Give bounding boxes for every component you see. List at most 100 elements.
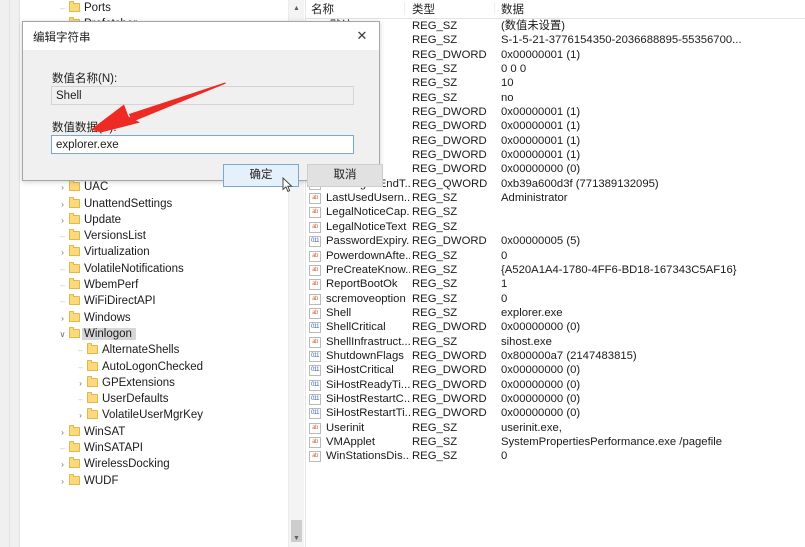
chevron-right-icon[interactable]: › <box>56 473 69 489</box>
tree-item-volatilenotifications[interactable]: –VolatileNotifications <box>20 261 288 277</box>
value-name-input[interactable] <box>51 86 354 105</box>
folder-icon <box>69 215 80 224</box>
cell-type: REG_SZ <box>412 435 494 449</box>
cell-type: REG_DWORD <box>412 406 494 420</box>
table-row[interactable]: abREG_SZ0 0 0 <box>306 62 805 76</box>
tree-item-windows[interactable]: › Windows <box>20 310 288 326</box>
dialog-title: 编辑字符串 <box>33 29 91 45</box>
chevron-right-icon[interactable]: › <box>56 310 69 326</box>
tree-item-winsatapi[interactable]: –WinSATAPI <box>20 440 288 456</box>
table-row[interactable]: abPowerdownAfte...REG_SZ0 <box>306 249 805 263</box>
tree-item-alternateshells[interactable]: –AlternateShells <box>20 342 288 358</box>
table-row[interactable]: abVMAppletREG_SZSystemPropertiesPerforma… <box>306 435 805 449</box>
table-row[interactable]: 011PasswordExpiry...REG_DWORD0x00000005 … <box>306 234 805 248</box>
chevron-down-icon[interactable]: ∨ <box>56 326 69 342</box>
table-row[interactable]: 011SiHostRestartC...REG_DWORD0x00000000 … <box>306 392 805 406</box>
tree-item-volatileusermgrkey[interactable]: ›VolatileUserMgrKey <box>20 407 288 423</box>
folder-icon <box>87 362 98 371</box>
chevron-right-icon[interactable]: › <box>74 375 87 391</box>
cell-type: REG_SZ <box>412 292 494 306</box>
scroll-up-icon[interactable]: ▲ <box>289 0 304 17</box>
tree-item-winlogon[interactable]: ∨Winlogon <box>20 326 288 342</box>
string-value-icon: ab <box>309 451 321 462</box>
column-divider[interactable] <box>494 2 495 15</box>
table-row[interactable]: abShellInfrastruct...REG_SZsihost.exe <box>306 335 805 349</box>
table-row[interactable]: abLastUsedUsern...REG_SZAdministrator <box>306 191 805 205</box>
tree-item-wudf[interactable]: ›WUDF <box>20 473 288 489</box>
table-row[interactable]: abLegalNoticeTextREG_SZ <box>306 220 805 234</box>
value-data-input[interactable] <box>51 135 354 154</box>
table-row[interactable]: abUserinitREG_SZuserinit.exe, <box>306 421 805 435</box>
left-gutter-inner <box>10 0 20 547</box>
table-row[interactable]: abPreCreateKnow...REG_SZ{A520A1A4-1780-4… <box>306 263 805 277</box>
chevron-right-icon[interactable]: › <box>56 424 69 440</box>
tree-item-ports[interactable]: –Ports <box>20 0 288 16</box>
cell-type: REG_SZ <box>412 91 494 105</box>
column-divider[interactable] <box>404 2 405 15</box>
tree-item-gpextensions[interactable]: › GPExtensions <box>20 375 288 391</box>
table-row[interactable]: 011...ShellREG_DWORD0x00000001 (1) <box>306 48 805 62</box>
table-row[interactable]: 011ShellCriticalREG_DWORD0x00000000 (0) <box>306 320 805 334</box>
tree-item-wbemperf[interactable]: –WbemPerf <box>20 277 288 293</box>
cell-data: 0x00000000 (0) <box>501 406 801 420</box>
registry-value-list[interactable]: 名称 类型 数据 ab(默认)REG_SZ(数值未设置)ab...IDREG_S… <box>306 0 805 547</box>
chevron-right-icon[interactable]: › <box>56 179 69 195</box>
table-row[interactable]: ab(默认)REG_SZ(数值未设置) <box>306 19 805 33</box>
cell-type: REG_SZ <box>412 335 494 349</box>
cell-data: 0x00000001 (1) <box>501 105 801 119</box>
tree-item-label: GPExtensions <box>102 377 175 389</box>
tree-item-label: AlternateShells <box>102 344 179 356</box>
column-header-data[interactable]: 数据 <box>501 1 524 17</box>
table-row[interactable]: abLegalNoticeCap...REG_SZ <box>306 205 805 219</box>
close-icon[interactable]: ✕ <box>345 22 379 49</box>
tree-item-autologonchecked[interactable]: –AutoLogonChecked <box>20 359 288 375</box>
table-row[interactable]: abWinStationsDis...REG_SZ0 <box>306 449 805 463</box>
chevron-right-icon[interactable]: › <box>56 212 69 228</box>
string-value-icon: ab <box>309 294 321 305</box>
tree-item-update[interactable]: ›Update <box>20 212 288 228</box>
dialog-titlebar[interactable]: 编辑字符串 ✕ <box>23 22 379 50</box>
tree-item-wirelessdocking[interactable]: ›WirelessDocking <box>20 456 288 472</box>
tree-item-virtualization[interactable]: ›Virtualization <box>20 244 288 260</box>
cell-data: sihost.exe <box>501 335 801 349</box>
tree-item-unattendsettings[interactable]: ›UnattendSettings <box>20 196 288 212</box>
tree-item-label: Windows <box>84 312 131 324</box>
table-row[interactable]: 011...ogo...REG_DWORD0x00000001 (1) <box>306 134 805 148</box>
chevron-right-icon[interactable]: › <box>56 456 69 472</box>
column-header-type[interactable]: 类型 <box>412 1 435 17</box>
table-row[interactable]: 011...But...REG_DWORD0x00000001 (1) <box>306 105 805 119</box>
tree-item-wifidirectapi[interactable]: –WiFiDirectAPI <box>20 293 288 309</box>
cell-type: REG_SZ <box>412 19 494 33</box>
tree-item-userdefaults[interactable]: –UserDefaults <box>20 391 288 407</box>
scroll-down-icon[interactable]: ▼ <box>289 530 304 547</box>
tree-item-versionslist[interactable]: –VersionsList <box>20 228 288 244</box>
dword-value-icon: 011 <box>309 322 321 333</box>
chevron-right-icon[interactable]: › <box>56 244 69 260</box>
tree-item-winsat[interactable]: ›WinSAT <box>20 424 288 440</box>
cancel-button[interactable]: 取消 <box>307 164 383 187</box>
value-list-header: 名称 类型 数据 <box>306 0 805 19</box>
table-row[interactable]: 011REG_DWORD0x00000001 (1) <box>306 119 805 133</box>
chevron-right-icon[interactable]: › <box>74 407 87 423</box>
table-row[interactable]: abShellREG_SZexplorer.exe <box>306 306 805 320</box>
table-row[interactable]: 011...tIn...REG_DWORD0x00000001 (1) <box>306 148 805 162</box>
table-row[interactable]: 011SiHostReadyTi...REG_DWORD0x00000000 (… <box>306 378 805 392</box>
ok-button[interactable]: 确定 <box>223 164 299 187</box>
table-row[interactable]: 011SiHostCriticalREG_DWORD0x00000000 (0) <box>306 363 805 377</box>
table-row[interactable]: 011ShutdownFlagsREG_DWORD0x800000a7 (214… <box>306 349 805 363</box>
column-header-name[interactable]: 名称 <box>311 1 334 17</box>
folder-icon <box>69 231 80 240</box>
chevron-right-icon[interactable]: › <box>56 196 69 212</box>
string-value-icon: ab <box>309 251 321 262</box>
table-row[interactable]: abReportBootOkREG_SZ1 <box>306 277 805 291</box>
table-row[interactable]: abscremoveoptionREG_SZ0 <box>306 292 805 306</box>
table-row[interactable]: ab...IDREG_SZS-1-5-21-3776154350-2036688… <box>306 33 805 47</box>
table-row[interactable]: ab...Co...REG_SZno <box>306 91 805 105</box>
table-row[interactable]: ab...ns...REG_SZ10 <box>306 76 805 90</box>
cell-type: REG_SZ <box>412 263 494 277</box>
cell-name: scremoveoption <box>326 292 410 306</box>
value-data-label: 数值数据(V): <box>52 119 117 135</box>
cell-name: LegalNoticeCap... <box>326 205 410 219</box>
table-row[interactable]: 011SiHostRestartTi...REG_DWORD0x00000000… <box>306 406 805 420</box>
tree-item-label: VersionsList <box>84 230 146 242</box>
